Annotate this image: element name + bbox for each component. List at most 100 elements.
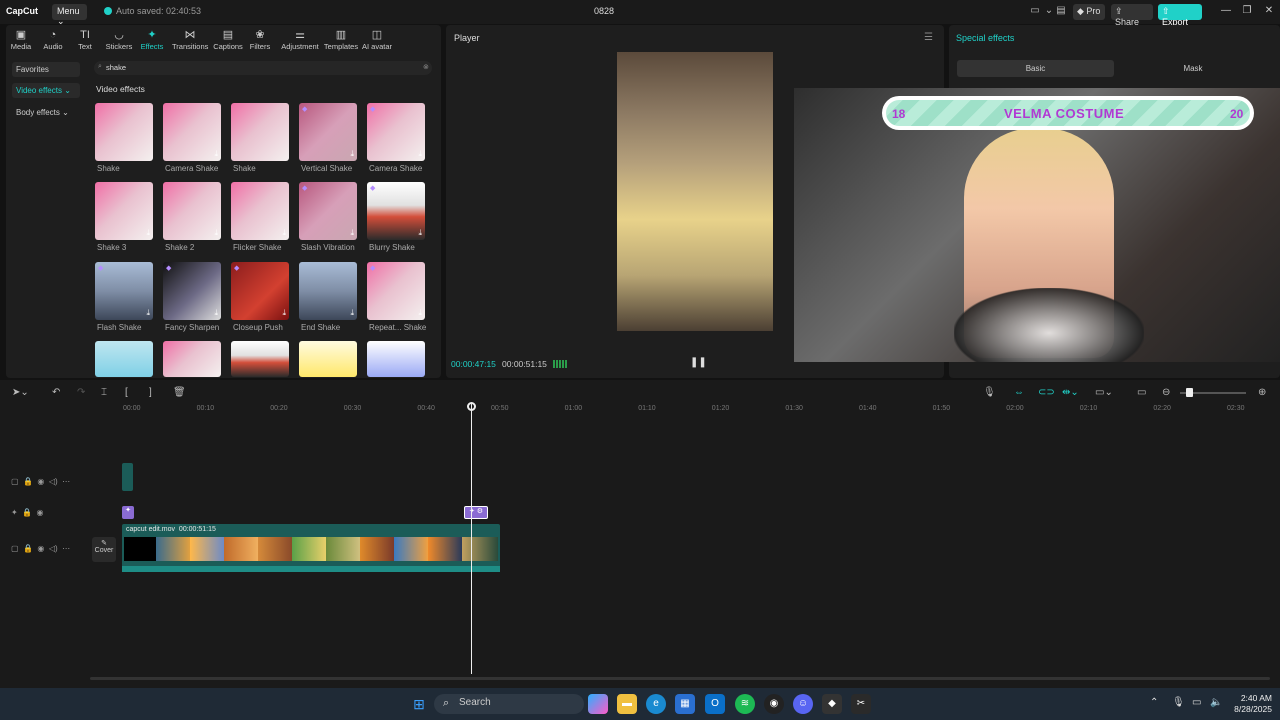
effect-thumbnail[interactable]: ◆ ⤓ xyxy=(367,182,425,240)
restore-icon[interactable]: ❐ xyxy=(1240,5,1254,16)
magnet-icon[interactable]: ⊂⊃ xyxy=(1038,387,1055,398)
effect-thumbnail[interactable]: ⤓ xyxy=(231,182,289,240)
snap-icon[interactable]: ⇹⌄ xyxy=(1062,387,1079,398)
download-icon[interactable]: ⤓ xyxy=(146,228,150,238)
tab-mask[interactable]: Mask xyxy=(1114,60,1272,77)
download-icon[interactable]: ⤓ xyxy=(350,228,354,238)
pause-icon[interactable]: ❚❚ xyxy=(690,357,707,368)
tab-filters[interactable]: ❀ Filters xyxy=(245,28,275,51)
download-icon[interactable]: ⤓ xyxy=(282,228,286,238)
download-icon[interactable]: ⤓ xyxy=(214,308,218,318)
taskbar-search[interactable]: Search xyxy=(434,694,584,714)
share-button[interactable]: ⇪ Share xyxy=(1111,4,1153,27)
effect-clip[interactable]: ✦ xyxy=(122,506,134,519)
spotify-icon[interactable]: ≋ xyxy=(735,694,755,714)
tab-templates[interactable]: ▥ Templates xyxy=(323,28,359,51)
track-controls-overlay[interactable]: ▢ 🔒 ◉ ◁) ⋯ xyxy=(11,477,70,486)
tray-expand-icon[interactable]: ⌃ xyxy=(1150,697,1158,708)
effect-thumbnail[interactable] xyxy=(231,103,289,161)
volume-icon[interactable]: 🔈 xyxy=(1210,697,1222,708)
sidebar-item-video-effects[interactable]: Video effects ⌄ xyxy=(12,83,80,98)
delete-icon[interactable]: 🗑 xyxy=(173,387,186,398)
tab-captions[interactable]: ▤ Captions xyxy=(211,28,245,51)
download-icon[interactable]: ⤓ xyxy=(418,308,422,318)
close-icon[interactable]: ✕ xyxy=(1262,5,1276,16)
effect-thumbnail[interactable] xyxy=(231,341,289,377)
download-icon[interactable]: ⤓ xyxy=(350,308,354,318)
selected-effect-clip[interactable]: ✦ ⚙ xyxy=(464,506,488,519)
download-icon[interactable]: ⤓ xyxy=(214,228,218,238)
tab-audio[interactable]: ◔ Audio xyxy=(38,28,68,51)
tab-media[interactable]: ▣ Media xyxy=(6,28,36,51)
download-icon[interactable]: ⤓ xyxy=(214,149,218,159)
effect-thumbnail[interactable]: ◆ ⤓ xyxy=(231,262,289,320)
effect-thumbnail[interactable]: ◆ ⤓ xyxy=(163,262,221,320)
tab-basic[interactable]: Basic xyxy=(957,60,1114,77)
tab-text[interactable]: TI Text xyxy=(70,28,100,51)
minimize-icon[interactable]: — xyxy=(1219,5,1233,16)
effect-thumbnail[interactable]: ⤓ xyxy=(163,182,221,240)
preview-axis-icon[interactable]: ▭⌄ xyxy=(1095,387,1113,398)
system-clock[interactable]: 2:40 AM 8/28/2025 xyxy=(1228,693,1272,715)
store-icon[interactable]: ▦ xyxy=(675,694,695,714)
cover-button[interactable]: ✎ Cover xyxy=(92,537,116,562)
zoom-in-icon[interactable]: ⊕ xyxy=(1258,387,1266,398)
effect-thumbnail[interactable] xyxy=(95,103,153,161)
effect-thumbnail[interactable] xyxy=(299,341,357,377)
track-controls-main[interactable]: ▢ 🔒 ◉ ◁) ⋯ xyxy=(11,544,70,553)
tab-ai-avatar[interactable]: ◫ AI avatar xyxy=(362,28,392,51)
timeline-scrollbar[interactable] xyxy=(90,677,1270,680)
tab-transitions[interactable]: ⋈ Transitions xyxy=(172,28,208,51)
player-menu-icon[interactable]: ☰ xyxy=(924,32,933,43)
effect-thumbnail[interactable]: ⤓ xyxy=(163,103,221,161)
tab-effects[interactable]: ✦ Effects xyxy=(135,28,169,51)
sidebar-item-favorites[interactable]: Favorites xyxy=(12,62,80,77)
microphone-icon[interactable]: 🎙 xyxy=(983,387,996,398)
effect-thumbnail[interactable]: ◆ ⤓ xyxy=(367,103,425,161)
export-button[interactable]: ⇧ Export xyxy=(1158,4,1202,27)
video-preview[interactable] xyxy=(617,52,773,331)
effect-thumbnail[interactable] xyxy=(163,341,221,377)
file-explorer-icon[interactable]: ▬ xyxy=(617,694,637,714)
effect-thumbnail[interactable]: ◆ ⤓ xyxy=(367,262,425,320)
effect-thumbnail[interactable]: ⤓ xyxy=(95,182,153,240)
zoom-out-icon[interactable]: ⊖ xyxy=(1162,387,1170,398)
playhead[interactable] xyxy=(471,404,472,674)
track-controls-effect[interactable]: ✦ 🔒 ◉ xyxy=(11,508,44,517)
outlook-icon[interactable]: O xyxy=(705,694,725,714)
search-input[interactable]: shake xyxy=(94,61,432,75)
tab-stickers[interactable]: ◡ Stickers xyxy=(102,28,136,51)
undo-icon[interactable]: ↶ xyxy=(52,387,60,398)
zoom-slider-handle[interactable] xyxy=(1186,388,1193,397)
start-icon[interactable]: ⊞ xyxy=(409,694,429,714)
copilot-icon[interactable] xyxy=(588,694,608,714)
edge-icon[interactable]: e xyxy=(646,694,666,714)
effect-thumbnail[interactable]: ⤓ xyxy=(299,262,357,320)
link-icon[interactable]: ⇔ xyxy=(1014,387,1024,398)
clear-search-icon[interactable]: ⊗ xyxy=(423,63,429,71)
davinci-icon[interactable]: ◆ xyxy=(822,694,842,714)
mic-tray-icon[interactable]: 🎙 xyxy=(1172,697,1185,708)
effect-thumbnail[interactable] xyxy=(367,341,425,377)
effect-thumbnail[interactable]: ◆ ⤓ xyxy=(299,182,357,240)
trim-right-icon[interactable]: ] xyxy=(149,387,152,398)
discord-icon[interactable]: ☺ xyxy=(793,694,813,714)
tab-adjustment[interactable]: ⚌ Adjustment xyxy=(281,28,319,51)
effect-thumbnail[interactable] xyxy=(95,341,153,377)
download-icon[interactable]: ⤓ xyxy=(282,308,286,318)
obs-icon[interactable]: ◉ xyxy=(764,694,784,714)
overlay-clip[interactable] xyxy=(122,463,133,491)
pro-button[interactable]: ◆ Pro xyxy=(1073,4,1105,20)
playhead-handle[interactable] xyxy=(467,402,476,411)
download-icon[interactable]: ⤓ xyxy=(418,149,422,159)
sidebar-item-body-effects[interactable]: Body effects ⌄ xyxy=(12,105,80,120)
download-icon[interactable]: ⤓ xyxy=(146,308,150,318)
effect-thumbnail[interactable]: ◆ ⤓ xyxy=(95,262,153,320)
effect-thumbnail[interactable]: ◆ ⤓ xyxy=(299,103,357,161)
network-icon[interactable]: ▭ xyxy=(1192,697,1201,708)
select-tool-icon[interactable]: ➤⌄ xyxy=(12,387,29,398)
download-icon[interactable]: ⤓ xyxy=(350,149,354,159)
menu-button[interactable]: Menu ⌄ xyxy=(52,4,87,26)
redo-icon[interactable]: ↷ xyxy=(77,387,85,398)
caption-icon[interactable]: ▭ xyxy=(1137,387,1146,398)
